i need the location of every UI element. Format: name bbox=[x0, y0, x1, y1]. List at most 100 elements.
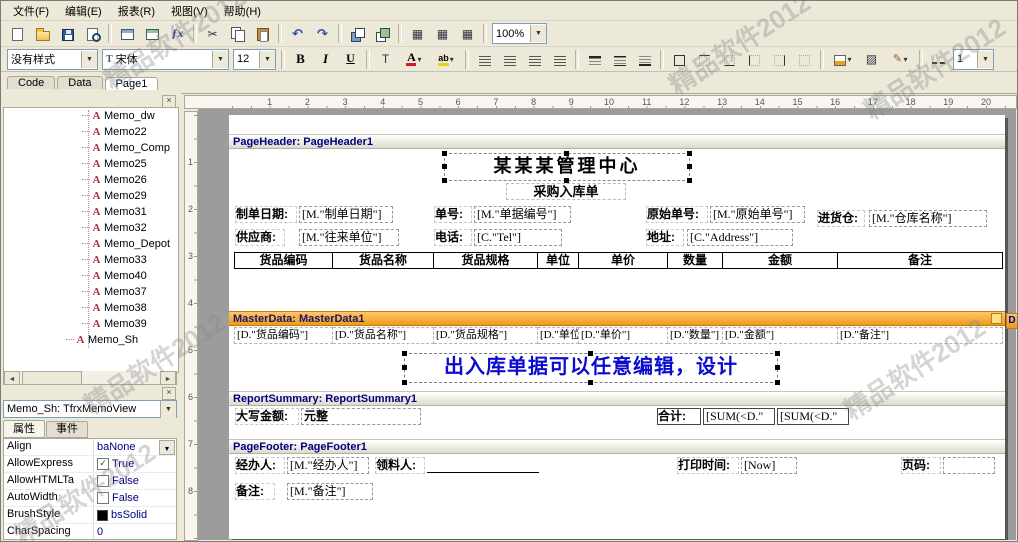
group-button[interactable] bbox=[345, 22, 370, 46]
menu-view[interactable]: 视图(V) bbox=[163, 1, 216, 21]
selection-handle[interactable] bbox=[402, 351, 407, 356]
checkbox-icon[interactable] bbox=[97, 492, 109, 504]
fill-style-button[interactable]: ▨ bbox=[859, 47, 884, 71]
scroll-left-icon[interactable] bbox=[4, 370, 20, 385]
label-memo[interactable]: 进货仓: bbox=[817, 210, 865, 227]
menu-report[interactable]: 报表(R) bbox=[110, 1, 163, 21]
scroll-right-icon[interactable] bbox=[160, 370, 176, 385]
cut-button[interactable]: ✂ bbox=[200, 22, 225, 46]
menu-help[interactable]: 帮助(H) bbox=[216, 1, 269, 21]
dropdown-arrow-icon[interactable] bbox=[212, 50, 228, 68]
selection-handle[interactable] bbox=[402, 380, 407, 385]
property-value[interactable]: False bbox=[94, 473, 176, 489]
label-memo[interactable]: 经办人: bbox=[235, 457, 285, 474]
zoom-combobox[interactable]: 100% bbox=[492, 23, 547, 44]
data-field-cell[interactable]: [D."单价"] bbox=[579, 327, 668, 344]
selection-handle[interactable] bbox=[564, 151, 569, 156]
tree-item[interactable]: A Memo_Depot bbox=[4, 236, 178, 252]
tree-item[interactable]: A Memo37 bbox=[4, 284, 178, 300]
font-size-combobox[interactable]: 12 bbox=[233, 48, 276, 70]
new-report-page-button[interactable] bbox=[115, 22, 140, 46]
tree-item[interactable]: A Memo22 bbox=[4, 124, 178, 140]
redo-button[interactable]: ↷ bbox=[310, 22, 335, 46]
field-memo[interactable]: [Now] bbox=[741, 457, 797, 474]
label-memo[interactable]: 地址: bbox=[646, 229, 684, 246]
paste-button[interactable] bbox=[250, 22, 275, 46]
label-memo[interactable]: 制单日期: bbox=[235, 206, 297, 223]
show-grid-button[interactable]: ▦ bbox=[405, 22, 430, 46]
selection-handle[interactable] bbox=[442, 151, 447, 156]
field-memo[interactable]: [C."Address"] bbox=[687, 229, 793, 246]
tab-code[interactable]: Code bbox=[7, 76, 56, 89]
tree-item[interactable]: A Memo29 bbox=[4, 188, 178, 204]
selection-handle[interactable] bbox=[775, 380, 780, 385]
selection-handle[interactable] bbox=[687, 164, 692, 169]
font-color-button[interactable]: A bbox=[398, 47, 430, 71]
selection-handle[interactable] bbox=[442, 178, 447, 183]
italic-button[interactable]: I bbox=[313, 47, 338, 71]
property-value[interactable]: True bbox=[94, 456, 176, 472]
open-report-button[interactable] bbox=[30, 22, 55, 46]
dropdown-arrow-icon[interactable] bbox=[160, 400, 176, 418]
field-memo[interactable]: [M."经办人"] bbox=[287, 457, 369, 474]
close-icon[interactable] bbox=[162, 387, 176, 400]
text-style-combobox[interactable]: 没有样式 bbox=[7, 48, 98, 70]
column-header-cell[interactable]: 备注 bbox=[838, 252, 1003, 269]
dropdown-arrow-icon[interactable] bbox=[259, 50, 275, 68]
design-canvas[interactable]: PageHeader: PageHeader1 某某某管理中心 采购入库单 制单… bbox=[198, 109, 1016, 540]
label-memo[interactable]: 大写金额: bbox=[235, 408, 299, 425]
checkbox-icon[interactable] bbox=[97, 475, 109, 487]
column-header-cell[interactable]: 货品编码 bbox=[234, 252, 333, 269]
property-value[interactable]: False bbox=[94, 490, 176, 506]
property-row-autowidth[interactable]: AutoWidth False bbox=[4, 490, 176, 507]
band-caption-pageheader[interactable]: PageHeader: PageHeader1 bbox=[229, 134, 1005, 149]
menu-file[interactable]: 文件(F) bbox=[5, 1, 57, 21]
align-right-button[interactable] bbox=[522, 47, 547, 71]
tab-properties[interactable]: 属性 bbox=[3, 420, 45, 438]
selection-handle[interactable] bbox=[402, 365, 407, 370]
property-value[interactable]: bsSolid bbox=[94, 507, 176, 523]
field-memo[interactable]: [M."往来单位"] bbox=[299, 229, 399, 246]
tab-page1[interactable]: Page1 bbox=[104, 77, 159, 90]
column-header-cell[interactable]: 数量 bbox=[668, 252, 723, 269]
label-memo[interactable]: 打印时间: bbox=[677, 457, 739, 474]
dropdown-arrow-icon[interactable] bbox=[846, 53, 851, 65]
valign-middle-button[interactable] bbox=[607, 47, 632, 71]
bold-button[interactable]: B bbox=[288, 47, 313, 71]
amount-field-memo[interactable]: 元整 bbox=[301, 408, 421, 425]
align-justify-button[interactable] bbox=[547, 47, 572, 71]
property-row-brushstyle[interactable]: BrushStyle bsSolid bbox=[4, 507, 176, 524]
column-header-cell[interactable]: 货品名称 bbox=[333, 252, 434, 269]
frame-top-button[interactable] bbox=[692, 47, 717, 71]
tab-data[interactable]: Data bbox=[57, 76, 103, 89]
preview-button[interactable] bbox=[80, 22, 105, 46]
data-field-cell[interactable]: [D."货品规格"] bbox=[434, 327, 538, 344]
property-value[interactable]: 0 bbox=[94, 524, 176, 539]
label-memo[interactable]: 合计: bbox=[657, 408, 701, 425]
dropdown-arrow-icon[interactable] bbox=[449, 53, 454, 65]
label-memo[interactable]: 电话: bbox=[434, 229, 472, 246]
dropdown-arrow-icon[interactable] bbox=[530, 25, 546, 42]
new-dialog-page-button[interactable] bbox=[140, 22, 165, 46]
selection-handle[interactable] bbox=[775, 365, 780, 370]
highlight-button[interactable]: ab bbox=[430, 47, 462, 71]
tree-item[interactable]: A Memo_Sh bbox=[4, 332, 178, 348]
align-left-button[interactable] bbox=[472, 47, 497, 71]
data-field-cell[interactable]: [D."备注"] bbox=[838, 327, 1003, 344]
tree-item[interactable]: A Memo38 bbox=[4, 300, 178, 316]
pagenumber-field-memo[interactable] bbox=[943, 457, 995, 474]
frame-all-button[interactable] bbox=[667, 47, 692, 71]
label-memo[interactable]: 备注: bbox=[235, 483, 275, 500]
dropdown-arrow-icon[interactable] bbox=[416, 53, 421, 65]
label-memo[interactable]: 页码: bbox=[901, 457, 941, 474]
menu-edit[interactable]: 编辑(E) bbox=[57, 1, 110, 21]
report-page[interactable]: PageHeader: PageHeader1 某某某管理中心 采购入库单 制单… bbox=[229, 115, 1005, 539]
frame-none-button[interactable] bbox=[792, 47, 817, 71]
field-memo[interactable]: [M."备注"] bbox=[287, 483, 373, 500]
new-report-button[interactable] bbox=[5, 22, 30, 46]
data-field-cell[interactable]: [D."金额"] bbox=[723, 327, 838, 344]
valign-bottom-button[interactable] bbox=[632, 47, 657, 71]
field-memo[interactable]: [M."原始单号"] bbox=[710, 206, 805, 223]
selection-handle[interactable] bbox=[588, 380, 593, 385]
sum-field-memo[interactable]: [SUM(<D." bbox=[777, 408, 849, 425]
